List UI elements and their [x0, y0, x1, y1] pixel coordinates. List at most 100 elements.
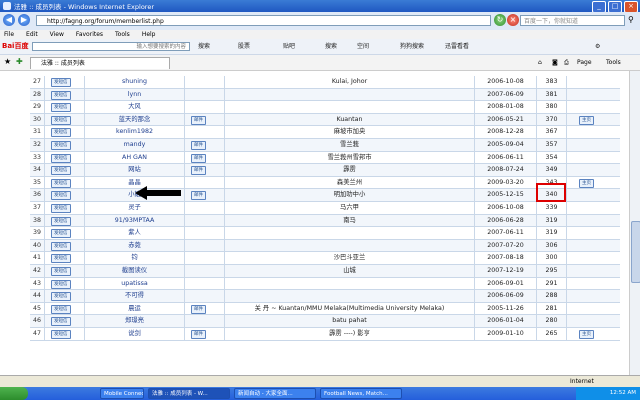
baidu-search-input[interactable]: 输入想要搜索的内容 [32, 42, 190, 51]
pm-button[interactable]: 发短信 [51, 279, 71, 289]
table-row: 41 发短信 钧 沙巴斗亚兰 2007-08-18 300 [30, 252, 620, 265]
pm-button[interactable]: 发短信 [51, 241, 71, 251]
member-name-link[interactable]: 大风 [84, 101, 184, 113]
task-news[interactable]: 新闻自动 - 大家全面... [234, 388, 316, 399]
pm-button[interactable]: 发短信 [51, 141, 71, 150]
member-name-link[interactable]: upatissa [84, 277, 184, 290]
baidu-space-button[interactable]: 空间 [357, 42, 369, 51]
table-row: 30 发短信 蓝天的那念 邮件 Kuantan 2006-05-21 370 主页 [30, 113, 620, 127]
member-name-link[interactable]: lynn [84, 88, 184, 101]
gear-icon[interactable]: ⚙ [595, 42, 600, 51]
pm-button[interactable]: 发短信 [51, 216, 71, 226]
search-icon[interactable]: ⚲ [628, 15, 634, 24]
member-name-link[interactable]: 截图读仪 [84, 265, 184, 277]
home-icon[interactable]: ⌂ [538, 58, 542, 67]
pm-cell: 发短信 [44, 202, 84, 214]
stop-icon[interactable]: × [507, 14, 519, 26]
member-name-link[interactable]: 郑璟亮 [84, 315, 184, 327]
tools-menu[interactable]: Tools [606, 58, 621, 67]
tab-memberlist[interactable]: 法雅 :: 成员列表 [30, 57, 170, 69]
start-button[interactable] [0, 387, 28, 400]
email-button[interactable]: 邮件 [191, 191, 206, 201]
favorites-star-icon[interactable]: ★ [4, 57, 11, 66]
member-name-link[interactable]: shuning [84, 76, 184, 88]
member-name-link[interactable]: 不可得 [84, 290, 184, 302]
member-name-link[interactable]: 蓝天的那念 [84, 113, 184, 126]
pm-button[interactable]: 发短信 [51, 78, 71, 87]
pm-button[interactable]: 发短信 [51, 330, 71, 339]
email-button[interactable]: 邮件 [191, 304, 206, 314]
menu-edit[interactable]: Edit [26, 30, 38, 39]
add-favorite-icon[interactable]: ✚ [16, 57, 23, 66]
back-icon[interactable]: ◀ [3, 14, 15, 26]
task-ie-memberlist[interactable]: 法雅 :: 成员列表 - W... [148, 388, 230, 399]
pm-button[interactable]: 发短信 [51, 90, 71, 100]
pm-button[interactable]: 发短信 [51, 229, 71, 239]
baidu-search2-button[interactable]: 搜索 [325, 42, 337, 51]
baidu-stock-button[interactable]: 股票 [238, 42, 250, 51]
member-name-link[interactable]: 钧 [84, 252, 184, 264]
pm-button[interactable]: 发短信 [51, 254, 71, 264]
email-button[interactable]: 邮件 [191, 115, 206, 125]
email-button[interactable]: 邮件 [191, 330, 206, 339]
scrollbar-thumb[interactable] [631, 221, 640, 283]
task-mobile-connect[interactable]: Mobile Connect [100, 388, 144, 399]
member-join-date: 2008-07-24 [474, 164, 536, 176]
member-name-link[interactable]: 灵子 [84, 202, 184, 214]
website-button[interactable]: 主页 [579, 178, 594, 188]
menu-help[interactable]: Help [142, 30, 156, 39]
member-name-link[interactable]: 说剑 [84, 328, 184, 340]
baidu-xunlei-button[interactable]: 迅雷看看 [445, 42, 469, 51]
pm-button[interactable]: 发短信 [51, 128, 71, 138]
member-name-link[interactable]: 网站 [84, 164, 184, 176]
website-button[interactable]: 主页 [579, 330, 594, 339]
pm-button[interactable]: 发短信 [51, 166, 71, 176]
pm-button[interactable]: 发短信 [51, 292, 71, 302]
member-join-date: 2007-12-19 [474, 265, 536, 277]
menu-favorites[interactable]: Favorites [76, 30, 103, 39]
website-button[interactable]: 主页 [579, 115, 594, 125]
baidu-gougou-button[interactable]: 狗狗搜索 [400, 42, 424, 51]
member-name-link[interactable]: mandy [84, 139, 184, 151]
baidu-search-button[interactable]: 搜索 [198, 42, 210, 51]
member-name-link[interactable]: 晨运 [84, 302, 184, 315]
email-button[interactable]: 邮件 [191, 141, 206, 150]
pm-cell: 发短信 [44, 176, 84, 189]
menu-file[interactable]: File [4, 30, 14, 39]
pm-button[interactable]: 发短信 [51, 204, 71, 213]
baidu-tieba-button[interactable]: 贴吧 [283, 42, 295, 51]
email-button[interactable]: 邮件 [191, 166, 206, 176]
pm-button[interactable]: 发短信 [51, 304, 71, 314]
menu-tools[interactable]: Tools [115, 30, 130, 39]
url-input[interactable]: http://fagng.org/forum/memberlist.php [36, 15, 491, 26]
member-posts: 319 [536, 227, 566, 239]
vertical-scrollbar[interactable] [629, 71, 640, 375]
refresh-icon[interactable]: ↻ [494, 14, 506, 26]
pm-button[interactable]: 发短信 [51, 103, 71, 113]
forward-icon[interactable]: ▶ [18, 14, 30, 26]
search-input[interactable]: 百度一下，你就知道 [520, 15, 625, 26]
pm-button[interactable]: 发短信 [51, 153, 71, 163]
member-location [224, 227, 474, 239]
pm-button[interactable]: 发短信 [51, 267, 71, 276]
pm-button[interactable]: 发短信 [51, 115, 71, 125]
member-name-link[interactable]: AH GAN [84, 151, 184, 164]
pm-button[interactable]: 发短信 [51, 317, 71, 327]
menu-view[interactable]: View [50, 30, 64, 39]
member-name-link[interactable]: 91/93MPTAA [84, 214, 184, 227]
table-row: 42 发短信 截图读仪 山城 2007-12-19 295 [30, 265, 620, 278]
website-cell [566, 139, 620, 151]
feed-icon[interactable]: ◙ [552, 58, 558, 67]
member-name-link[interactable]: 赤菀 [84, 239, 184, 252]
pm-button[interactable]: 发短信 [51, 191, 71, 201]
page-menu[interactable]: Page [577, 58, 592, 67]
member-name-link[interactable]: 紫人 [84, 227, 184, 239]
pm-button[interactable]: 发短信 [51, 178, 71, 188]
task-football-news[interactable]: Football News, Match... [320, 388, 402, 399]
website-cell [566, 290, 620, 302]
member-number: 47 [32, 330, 41, 337]
print-icon[interactable]: ⎙ [564, 58, 569, 67]
member-join-date: 2005-11-26 [474, 302, 536, 315]
email-button[interactable]: 邮件 [191, 153, 206, 163]
member-name-link[interactable]: kenlim1982 [84, 126, 184, 138]
